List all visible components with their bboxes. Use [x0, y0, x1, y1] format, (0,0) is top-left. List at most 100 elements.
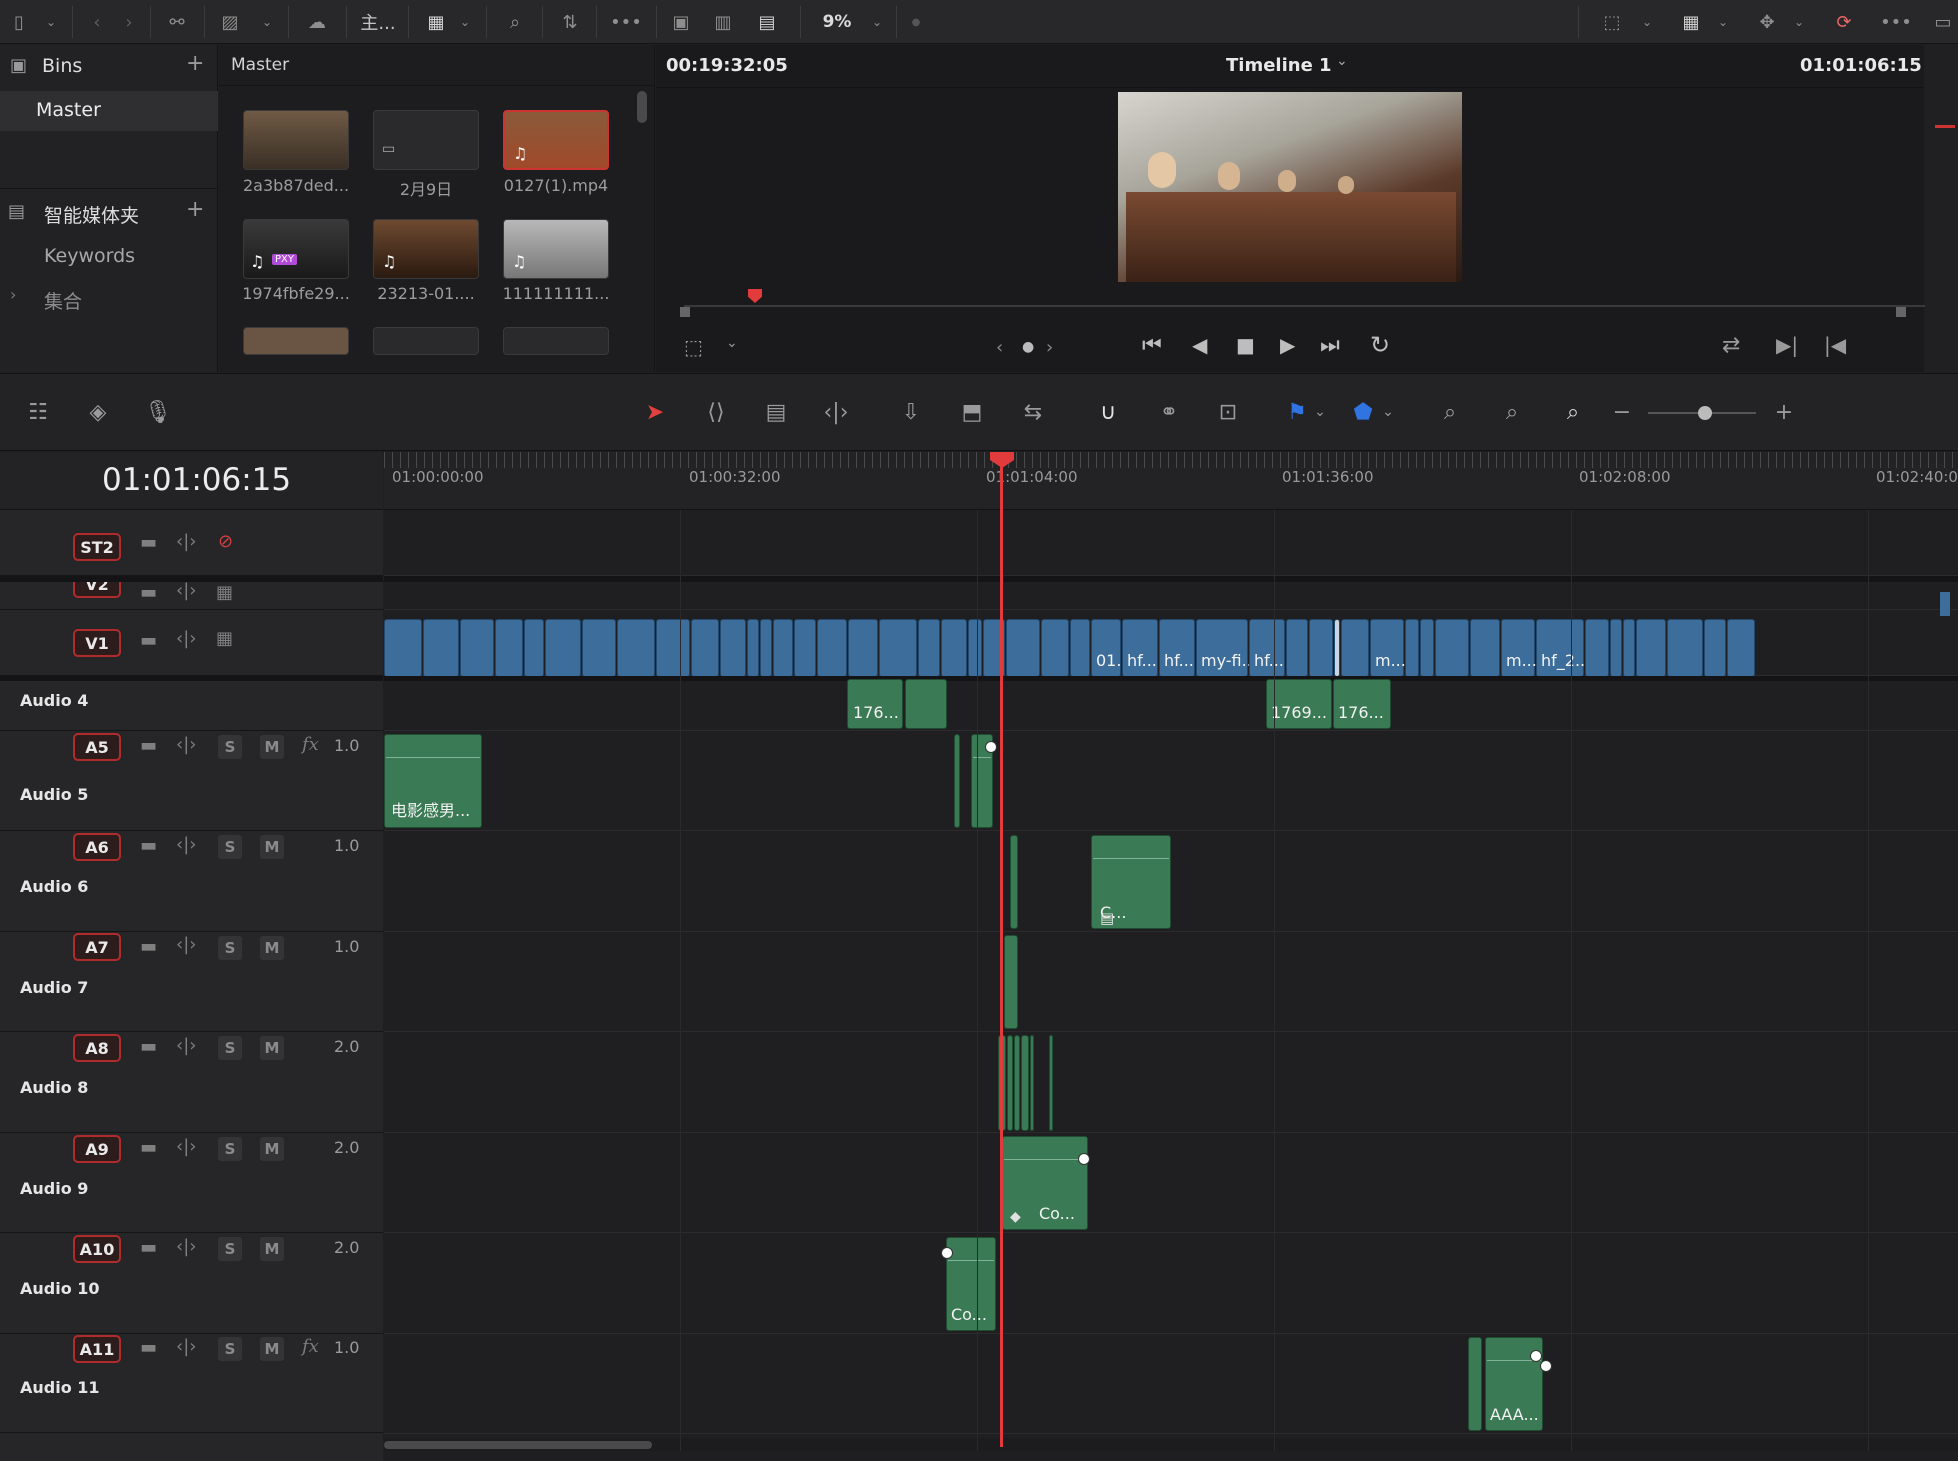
chevron-down-icon[interactable]: ⌄: [726, 335, 738, 351]
video-clip[interactable]: hf...: [1249, 619, 1285, 677]
jog-right-icon[interactable]: ›: [1046, 337, 1053, 358]
blade-tool-icon[interactable]: ▤: [756, 396, 796, 428]
video-clip[interactable]: hf...: [1122, 619, 1158, 677]
last-frame-icon[interactable]: ⏭: [1320, 333, 1340, 358]
video-clip[interactable]: [1623, 619, 1635, 677]
video-clip[interactable]: [1610, 619, 1622, 677]
match-frame-icon[interactable]: ⇄: [1722, 333, 1740, 358]
track-badge[interactable]: ST2: [73, 533, 121, 561]
video-clip[interactable]: [384, 619, 422, 677]
filmstrip-icon[interactable]: ▦: [216, 582, 233, 603]
audio-clip[interactable]: [1030, 1035, 1034, 1131]
flag-icon[interactable]: ⚑: [1284, 396, 1310, 428]
auto-select-icon[interactable]: ‹|›: [176, 734, 196, 755]
video-clip[interactable]: [460, 619, 494, 677]
video-clip[interactable]: [1585, 619, 1609, 677]
audio-clip[interactable]: [1468, 1337, 1482, 1431]
hq-icon[interactable]: ▦: [1676, 9, 1706, 35]
video-clip[interactable]: [1341, 619, 1369, 677]
video-clip[interactable]: [545, 619, 581, 677]
video-clip[interactable]: [617, 619, 655, 677]
microphone-icon[interactable]: 🎙: [142, 396, 174, 428]
bin-item-master[interactable]: Master: [0, 91, 218, 131]
audio-clip[interactable]: 176...: [847, 679, 903, 729]
grid-view-icon[interactable]: ▦: [422, 9, 450, 35]
video-clip[interactable]: [747, 619, 759, 677]
solo-button[interactable]: S: [218, 1137, 242, 1161]
mute-button[interactable]: M: [260, 936, 284, 960]
forward-icon[interactable]: ›: [120, 9, 138, 35]
slip-tool-icon[interactable]: ‹|›: [814, 396, 858, 428]
image-view-icon[interactable]: ▣: [668, 9, 694, 35]
video-clip[interactable]: [720, 619, 746, 677]
video-clip[interactable]: hf_2...: [1536, 619, 1590, 677]
auto-select-icon[interactable]: ‹|›: [176, 628, 196, 649]
zoom-in-icon[interactable]: +: [1774, 396, 1794, 428]
video-clip[interactable]: [1309, 619, 1333, 677]
metadata-icon[interactable]: ▨: [216, 9, 244, 35]
video-clip[interactable]: [1727, 619, 1755, 677]
track-badge[interactable]: A9: [73, 1135, 121, 1163]
fullscreen-icon[interactable]: ▭: [1930, 9, 1956, 35]
more-icon[interactable]: •••: [608, 9, 644, 35]
audio-clip[interactable]: [1010, 835, 1018, 929]
auto-select-icon[interactable]: ‹|›: [176, 1136, 196, 1157]
video-clip[interactable]: [582, 619, 616, 677]
track-badge[interactable]: A7: [73, 933, 121, 961]
solo-button[interactable]: S: [218, 1337, 242, 1361]
audio-clip[interactable]: 176...: [1333, 679, 1391, 729]
zoom-custom-icon[interactable]: ⌕: [1550, 396, 1596, 428]
lock-icon[interactable]: ⊡: [1212, 396, 1244, 428]
mute-button[interactable]: M: [260, 1337, 284, 1361]
playhead[interactable]: [1000, 452, 1003, 1447]
auto-select-icon[interactable]: ‹|›: [176, 934, 196, 955]
solo-button[interactable]: S: [218, 1237, 242, 1261]
video-clip[interactable]: [773, 619, 793, 677]
video-clip[interactable]: my-fi...: [1196, 619, 1257, 677]
mark-out-icon[interactable]: ▶|: [1776, 333, 1798, 357]
mute-button[interactable]: M: [260, 1237, 284, 1261]
fade-handle[interactable]: [1530, 1350, 1542, 1362]
video-clip[interactable]: [760, 619, 772, 677]
video-clip[interactable]: [817, 619, 847, 677]
play-reverse-icon[interactable]: ◀: [1192, 333, 1207, 357]
fx-icon[interactable]: fx: [302, 1336, 319, 1357]
video-clip[interactable]: [1470, 619, 1500, 677]
track-badge[interactable]: V2: [73, 582, 121, 598]
lock-icon[interactable]: ▬: [140, 1137, 157, 1158]
audio-clip[interactable]: [1007, 1035, 1013, 1131]
media-scrollbar[interactable]: [637, 91, 647, 123]
marker-icon[interactable]: ⬟: [1350, 396, 1376, 428]
video-clip[interactable]: [918, 619, 940, 677]
snapping-icon[interactable]: ∪: [1092, 396, 1124, 428]
timeline-name[interactable]: Timeline 1: [1226, 55, 1332, 76]
auto-select-icon[interactable]: ‹|›: [176, 531, 196, 552]
chevron-down-icon[interactable]: ⌄: [1380, 396, 1396, 428]
audio-clip[interactable]: Co...: [946, 1237, 996, 1331]
audio-clip[interactable]: [1049, 1035, 1053, 1131]
audio-clip[interactable]: [1004, 935, 1018, 1029]
link-off-icon[interactable]: ⚯: [164, 9, 190, 35]
track-badge[interactable]: A10: [73, 1235, 121, 1263]
clip-thumbnail[interactable]: [243, 327, 349, 355]
video-clip[interactable]: [968, 619, 982, 677]
cloud-icon[interactable]: ☁: [302, 9, 332, 35]
filmstrip-icon[interactable]: ▦: [216, 628, 233, 649]
fade-handle[interactable]: [941, 1247, 953, 1259]
mark-in-icon[interactable]: |◀: [1824, 333, 1846, 357]
out-handle[interactable]: [1896, 307, 1906, 317]
track-badge[interactable]: A11: [73, 1335, 121, 1363]
solo-button[interactable]: S: [218, 936, 242, 960]
auto-select-icon[interactable]: ‹|›: [176, 582, 196, 601]
clip-thumbnail[interactable]: ♫: [373, 219, 479, 279]
audio-clip[interactable]: [905, 679, 947, 729]
lock-icon[interactable]: ▬: [140, 630, 157, 651]
play-icon[interactable]: ▶: [1280, 333, 1295, 357]
add-smart-bin-icon[interactable]: +: [186, 197, 204, 222]
clip-thumbnail[interactable]: [373, 327, 479, 355]
fade-handle[interactable]: [1540, 1360, 1552, 1372]
viewer-size-icon[interactable]: ⬚: [1598, 9, 1626, 35]
chevron-down-icon[interactable]: ⌄: [1716, 9, 1730, 35]
chevron-down-icon[interactable]: ⌄: [1792, 9, 1806, 35]
crop-icon[interactable]: ⬚: [684, 335, 703, 359]
